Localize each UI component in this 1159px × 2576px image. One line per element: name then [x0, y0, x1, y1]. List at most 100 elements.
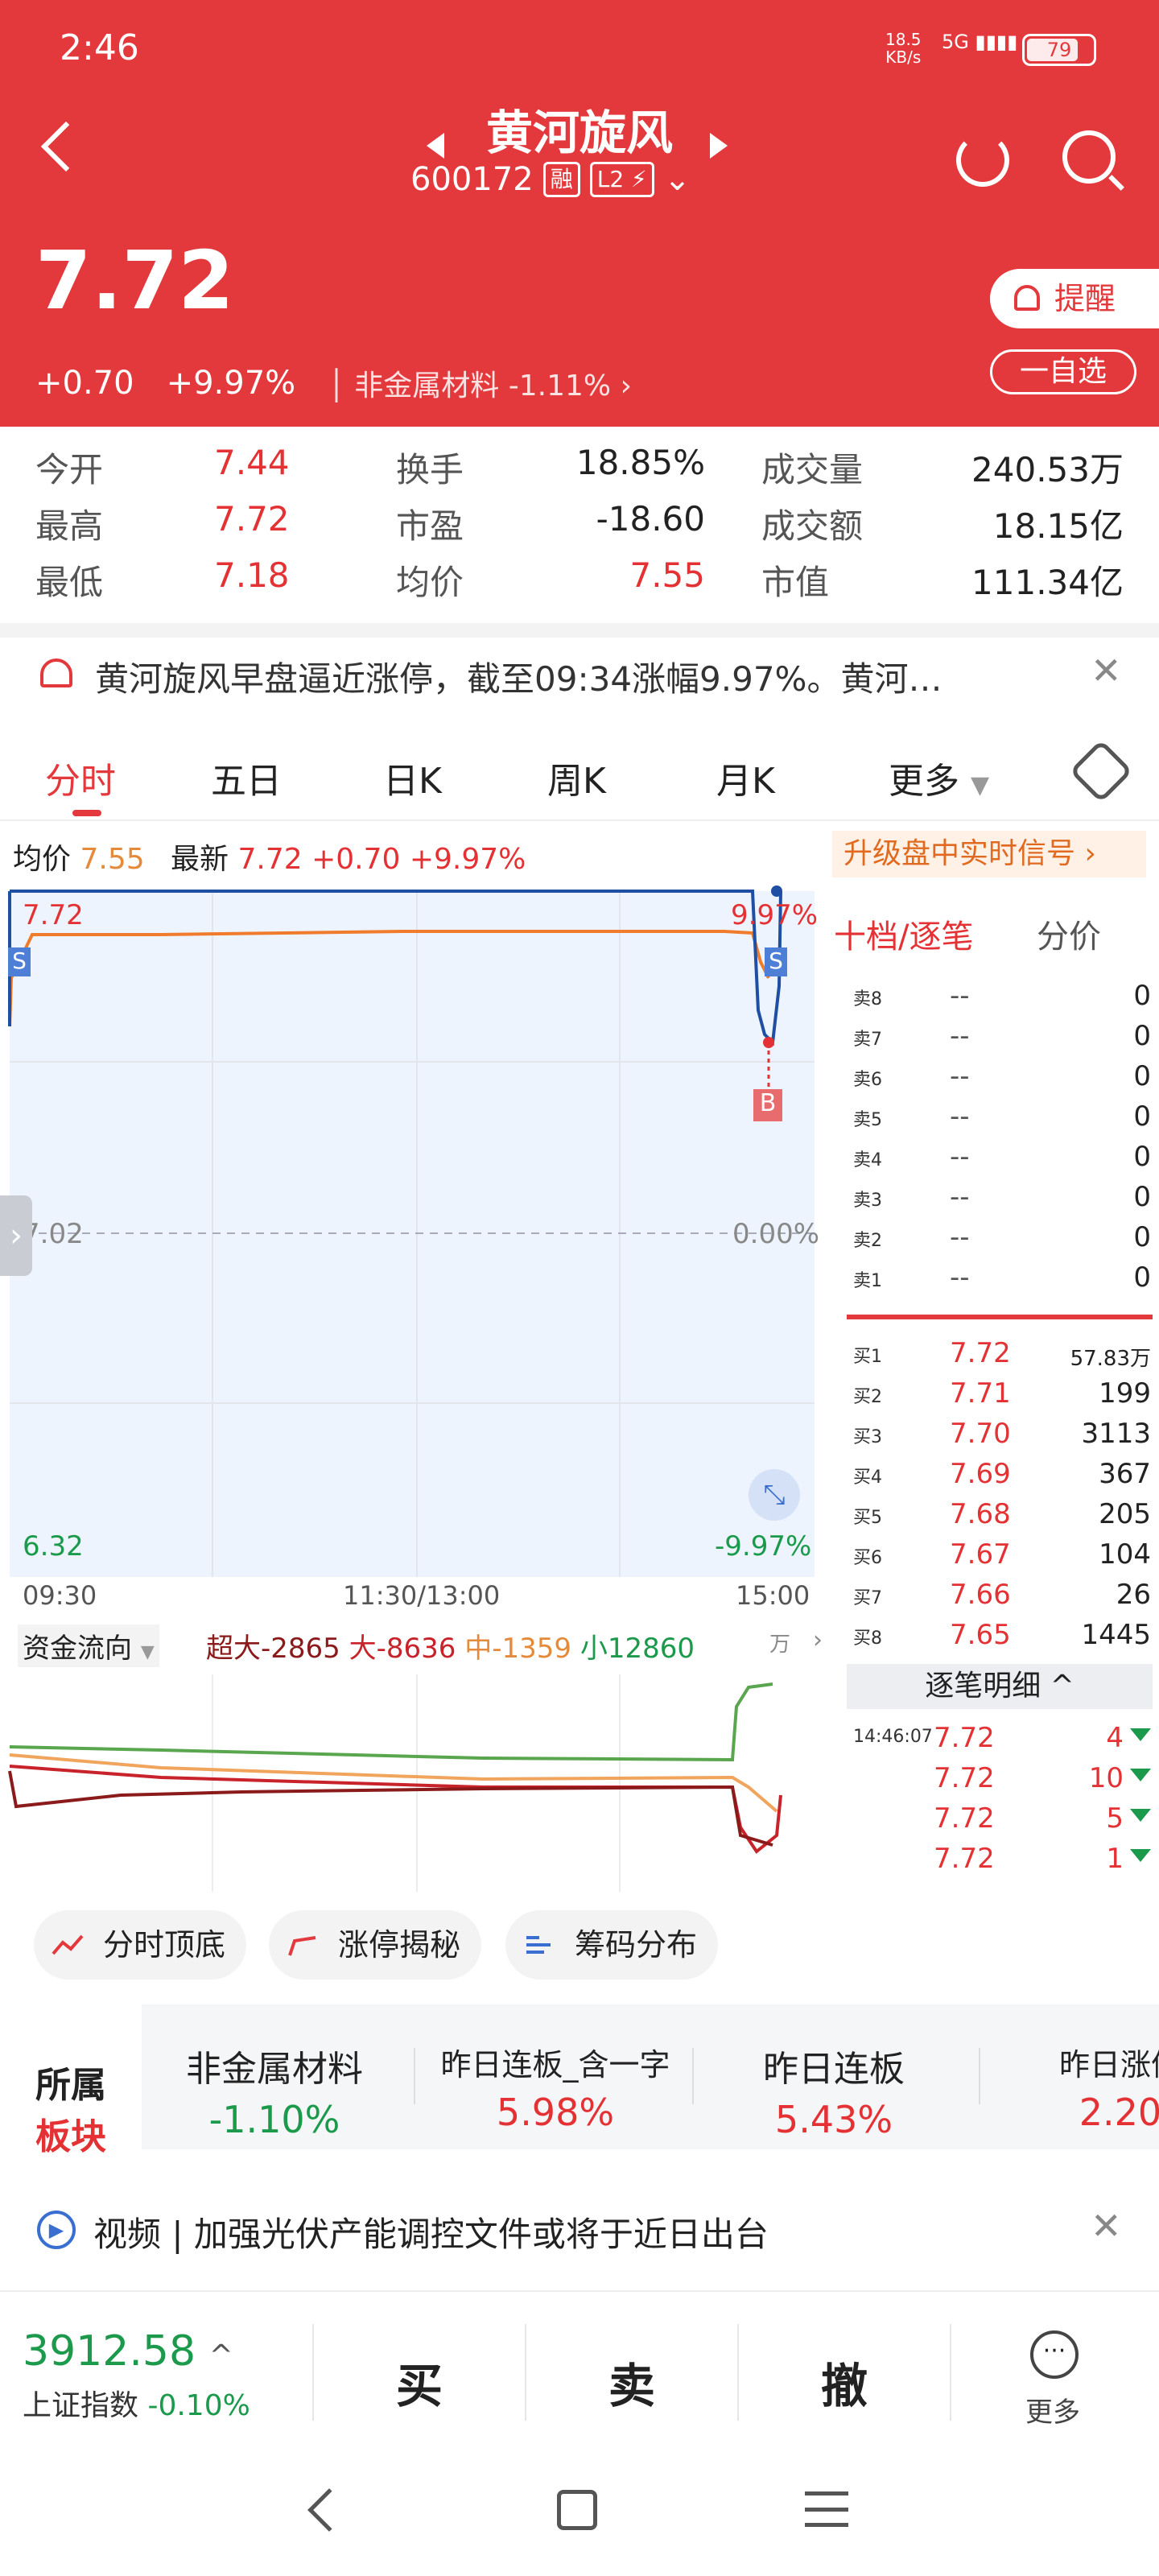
close-icon[interactable]: ✕ — [1091, 649, 1122, 692]
nav-back-icon[interactable] — [307, 2488, 351, 2532]
sector-card[interactable]: 非金属材料 -1.10% — [142, 2004, 407, 2149]
chip-limit-up[interactable]: 涨停揭秘 — [269, 1910, 482, 1979]
more-icon[interactable]: ··· — [1030, 2330, 1079, 2379]
expand-handle-icon[interactable]: › — [0, 1195, 32, 1276]
level-volume: 104 — [1099, 1538, 1151, 1571]
video-news[interactable]: ▶ 视频 | 加强光伏产能调控文件或将于近日出台 ✕ — [0, 2190, 1159, 2278]
bottom-trade-bar: 3912.58 ^ 上证指数 -0.10% 买 卖 撤 ··· 更多 — [0, 2290, 1159, 2451]
tick-volume: 4 — [1106, 1722, 1124, 1754]
feature-chips: 分时顶底 涨停揭秘 筹码分布 — [0, 1896, 1159, 1984]
sell-row[interactable]: 卖1 -- 0 — [845, 1258, 1151, 1298]
tick-row: 14:46:07 7.72 4 — [845, 1719, 1151, 1759]
fund-flow-selector[interactable]: 资金流向 ▼ — [18, 1624, 159, 1667]
tab-price-dist[interactable]: 分价 — [1037, 910, 1101, 957]
level-label: 卖8 — [853, 989, 882, 1009]
battery-icon: 79 — [1022, 34, 1096, 66]
current-price: 7.72 — [35, 233, 234, 328]
chip-chip-dist[interactable]: 筹码分布 — [505, 1910, 719, 1979]
buy-row[interactable]: 买8 7.65 1445 — [845, 1616, 1151, 1656]
nav-home-icon[interactable] — [557, 2490, 597, 2530]
flow-values: 超大-2865 大-8636 中-1359 小12860 — [206, 1633, 695, 1665]
sell-row[interactable]: 卖4 -- 0 — [845, 1137, 1151, 1178]
buy-row[interactable]: 买4 7.69 367 — [845, 1455, 1151, 1495]
price-change: +0.70 — [35, 365, 134, 402]
chip-dist-icon — [526, 1936, 551, 1954]
limit-up-icon — [288, 1936, 316, 1956]
play-icon[interactable]: ▶ — [37, 2211, 76, 2249]
cancel-button[interactable]: 撤 — [821, 2348, 868, 2416]
buy-row[interactable]: 买1 7.72 57.83万 — [845, 1334, 1151, 1374]
sector-name: 昨日涨停 — [1058, 2047, 1159, 2083]
bell-icon — [40, 658, 72, 687]
tab-more[interactable]: 更多 ▼ — [889, 752, 989, 803]
trend-icon — [52, 1934, 84, 1955]
code-row: 600172 融 L2 ⚡ ⌄ — [410, 161, 691, 198]
sell-button[interactable]: 卖 — [608, 2348, 655, 2416]
buy-row[interactable]: 买5 7.68 205 — [845, 1495, 1151, 1535]
news-banner[interactable]: 黄河旋风早盘逼近涨停，截至09:34涨幅9.97%。黄河… ✕ — [0, 623, 1159, 712]
level2-tag[interactable]: L2 ⚡ — [589, 162, 654, 197]
tab-indicator — [72, 810, 101, 816]
refresh-icon[interactable] — [956, 134, 1009, 187]
tab-order-book[interactable]: 十档/逐笔 — [834, 910, 973, 957]
search-icon[interactable] — [1062, 130, 1116, 184]
ticks-header[interactable]: 逐笔明细 ^ — [847, 1664, 1153, 1709]
margin-tag: 融 — [542, 162, 580, 197]
sell-row[interactable]: 卖8 -- 0 — [845, 976, 1151, 1017]
tab-weekly-k[interactable]: 周K — [547, 752, 606, 803]
sell-row[interactable]: 卖7 -- 0 — [845, 1017, 1151, 1057]
sector-title: 所属 板块 — [35, 2065, 106, 2157]
quote-value: 18.85% — [575, 443, 705, 482]
alert-button[interactable]: 提醒 — [990, 269, 1159, 328]
tab-daily-k[interactable]: 日K — [383, 752, 442, 803]
marker-b[interactable]: B — [753, 1089, 782, 1121]
sell-row[interactable]: 卖3 -- 0 — [845, 1178, 1151, 1218]
more-label[interactable]: 更多 — [1025, 2390, 1080, 2429]
level-volume: 26 — [1116, 1579, 1151, 1611]
index-name: 上证指数 -0.10% — [23, 2389, 250, 2422]
chip-intraday-top-bottom[interactable]: 分时顶底 — [34, 1910, 247, 1979]
level-volume: 0 — [1133, 1181, 1151, 1213]
sector-card[interactable]: 昨日连板 5.43% — [697, 2004, 971, 2149]
news-text: 黄河旋风早盘逼近涨停，截至09:34涨幅9.97%。黄河… — [95, 659, 942, 699]
down-arrow-icon — [1130, 1728, 1151, 1741]
tab-intraday[interactable]: 分时 — [45, 752, 116, 803]
level-label: 卖1 — [853, 1271, 882, 1291]
close-icon[interactable]: ✕ — [1091, 2204, 1122, 2248]
sell-row[interactable]: 卖6 -- 0 — [845, 1057, 1151, 1097]
tick-volume: 5 — [1106, 1802, 1124, 1835]
level-price: -- — [950, 1060, 970, 1092]
intraday-chart[interactable]: S S B 7.72 9.97% 7.02 0.00% 6.32 -9.97% … — [0, 881, 829, 1611]
index-value[interactable]: 3912.58 ^ — [23, 2327, 233, 2376]
upgrade-signal-button[interactable]: 升级盘中实时信号 › — [832, 831, 1146, 877]
sector-link[interactable]: │ 非金属材料 -1.11% › — [328, 362, 632, 404]
next-stock-icon[interactable] — [710, 133, 728, 159]
sell-row[interactable]: 卖2 -- 0 — [845, 1218, 1151, 1258]
buy-row[interactable]: 买2 7.71 199 — [845, 1374, 1151, 1414]
tab-monthly-k[interactable]: 月K — [716, 752, 775, 803]
buy-row[interactable]: 买6 7.67 104 — [845, 1535, 1151, 1575]
watchlist-button[interactable]: 一自选 — [990, 349, 1136, 394]
down-arrow-icon — [1130, 1849, 1151, 1862]
marker-s-2[interactable]: S — [765, 947, 787, 976]
tick-price: 7.72 — [934, 1722, 995, 1754]
sector-card[interactable]: 昨日涨停 2.20 — [984, 2004, 1159, 2149]
nav-menu-icon[interactable] — [805, 2491, 848, 2527]
quote-value: 18.15亿 — [992, 506, 1124, 546]
chart-tabs: 分时 五日 日K 周K 月K 更多 ▼ — [0, 716, 1159, 821]
flow-chevron-icon[interactable]: › — [813, 1626, 823, 1654]
chevron-down-icon[interactable]: ⌄ — [664, 161, 691, 198]
sell-row[interactable]: 卖5 -- 0 — [845, 1097, 1151, 1137]
quote-grid: 今开 7.44 换手 18.85% 成交量 240.53万 最高 7.72 市盈 -18.60 成交… — [0, 427, 1159, 620]
marker-s[interactable]: S — [8, 947, 31, 976]
buy-row[interactable]: 买7 7.66 26 — [845, 1575, 1151, 1616]
tick-row: 7.72 10 — [845, 1759, 1151, 1799]
tab-five-day[interactable]: 五日 — [211, 752, 282, 803]
buy-row[interactable]: 买3 7.70 3113 — [845, 1414, 1151, 1455]
buy-button[interactable]: 买 — [396, 2348, 443, 2416]
level-volume: 0 — [1133, 1221, 1151, 1253]
sector-card[interactable]: 昨日连板_含一字 5.98% — [419, 2004, 692, 2149]
fullscreen-icon[interactable]: ⤡ — [749, 1469, 800, 1521]
quote-value: 7.72 — [214, 499, 290, 539]
quote-label: 今开 — [35, 450, 104, 489]
